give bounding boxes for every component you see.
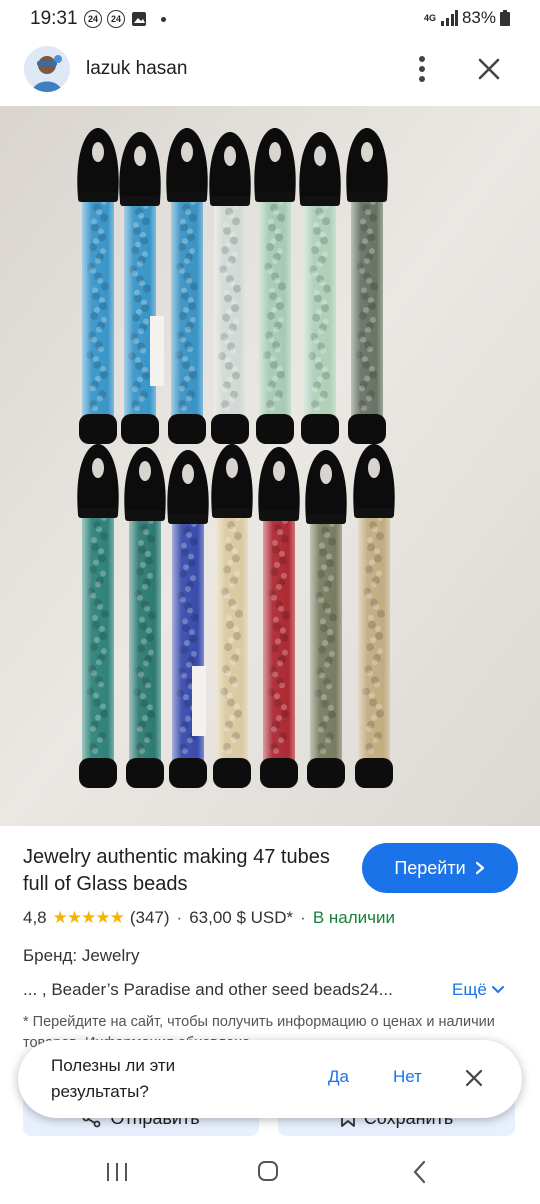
battery-percent: 83%	[461, 8, 496, 27]
separator-dot: ·	[176, 908, 183, 927]
bead-tube	[167, 450, 209, 788]
back-icon	[413, 1160, 426, 1184]
feedback-popup: Полезны ли эти результаты? Да Нет	[18, 1040, 522, 1118]
recent-apps-icon	[107, 1163, 127, 1181]
bead-tube	[305, 450, 347, 788]
close-icon	[465, 1069, 483, 1087]
bead-tube	[254, 128, 296, 444]
avatar[interactable]	[24, 46, 70, 92]
status-time: 19:31	[30, 8, 78, 29]
feedback-question: Полезны ли эти результаты?	[51, 1056, 176, 1101]
home-button[interactable]	[257, 1160, 279, 1182]
close-icon	[478, 58, 500, 80]
feedback-close-button[interactable]	[464, 1068, 484, 1088]
go-to-site-button[interactable]: Перейти	[362, 843, 518, 893]
rating-row: 4,8 ★★★★★ (347) · 63,00 $ USD* · В налич…	[23, 908, 395, 928]
rating-stars-icon: ★★★★★	[52, 908, 125, 927]
stock-status: В наличии	[312, 908, 395, 927]
bead-tube	[209, 132, 251, 444]
bead-tube	[353, 444, 395, 788]
back-button[interactable]	[410, 1160, 430, 1184]
bead-tube	[77, 444, 119, 788]
more-vert-icon	[419, 56, 425, 82]
avatar-image	[24, 46, 70, 92]
product-image[interactable]	[0, 106, 540, 826]
product-title[interactable]: Jewelry authentic making 47 tubes full o…	[23, 844, 343, 898]
home-icon	[258, 1161, 278, 1181]
description: ... , Beader’s Paradise and other seed b…	[23, 980, 393, 999]
bead-tube	[211, 444, 253, 788]
close-button[interactable]	[474, 54, 504, 84]
battery-icon	[500, 10, 510, 26]
price: 63,00 $ USD*	[189, 908, 294, 927]
bead-tube	[77, 128, 119, 444]
bead-tube	[299, 132, 341, 444]
notification-badge-icon: 24	[84, 10, 102, 28]
more-options-button[interactable]	[408, 54, 436, 84]
feedback-yes-button[interactable]: Да	[328, 1067, 349, 1087]
bead-tubes-photo	[0, 106, 540, 826]
gallery-icon	[132, 12, 146, 26]
system-navigation-bar	[0, 1140, 540, 1204]
bead-tube	[346, 128, 388, 444]
status-right: 4G 83%	[424, 8, 510, 28]
more-notifications-dot-icon	[161, 16, 166, 22]
recent-apps-button[interactable]	[104, 1162, 130, 1182]
signal-icon	[440, 10, 458, 26]
review-count: (347)	[129, 908, 170, 927]
status-notification-icons: 24 24	[84, 10, 166, 28]
more-button[interactable]: Ещё	[452, 980, 505, 1000]
chevron-right-icon	[475, 861, 484, 875]
brand: Бренд: Jewelry	[23, 946, 140, 965]
bead-tube	[166, 128, 208, 444]
network-type-label: 4G	[423, 12, 436, 23]
rating-value: 4,8	[23, 908, 47, 927]
separator-dot: ·	[300, 908, 306, 927]
more-label: Ещё	[452, 980, 487, 999]
bead-tube	[258, 447, 300, 788]
tube-label-sticker	[150, 316, 164, 386]
header-title: lazuk hasan	[86, 58, 188, 79]
go-button-label: Перейти	[394, 857, 466, 878]
bead-tube	[119, 132, 161, 444]
status-bar: 19:31 24 24 4G 83%	[0, 0, 540, 38]
feedback-no-button[interactable]: Нет	[393, 1067, 422, 1087]
tube-label-sticker	[192, 666, 206, 736]
bead-tube	[124, 447, 166, 788]
chevron-down-icon	[491, 986, 504, 994]
notification-badge-icon: 24	[107, 10, 125, 28]
header: lazuk hasan	[0, 40, 540, 102]
